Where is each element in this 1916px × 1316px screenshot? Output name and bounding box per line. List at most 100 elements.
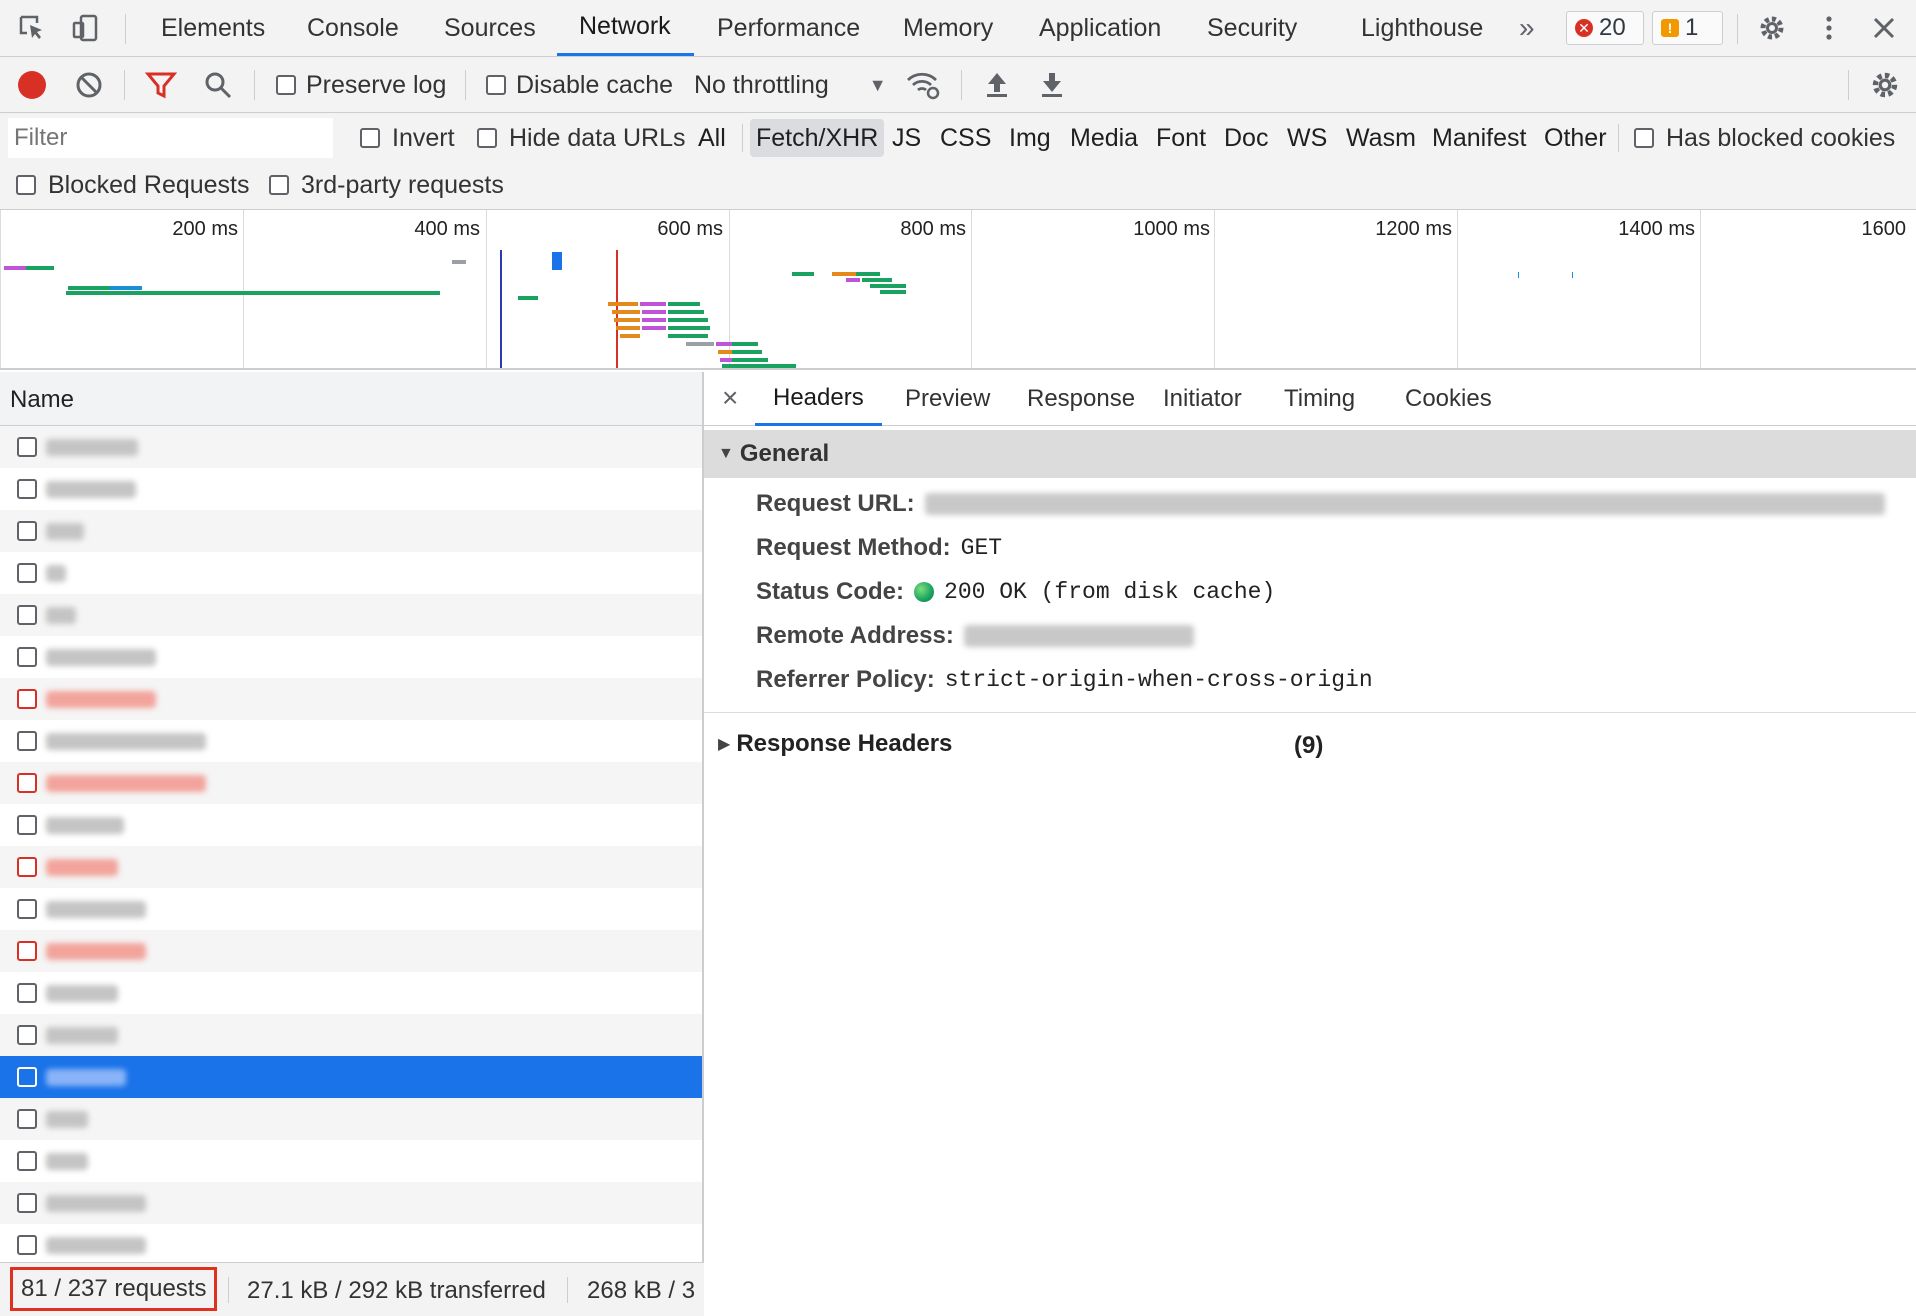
more-tabs-icon[interactable]: »	[1515, 0, 1539, 56]
name-column-header[interactable]: Name	[0, 372, 702, 426]
type-filter-other[interactable]: Other	[1538, 119, 1613, 157]
request-row-checkbox[interactable]	[17, 731, 37, 751]
request-row-checkbox[interactable]	[17, 1109, 37, 1129]
has-blocked-cookies-checkbox[interactable]	[1634, 128, 1654, 148]
request-row[interactable]	[0, 846, 702, 888]
type-filter-all[interactable]: All	[692, 119, 732, 157]
type-filter-fetch-xhr[interactable]: Fetch/XHR	[750, 119, 885, 157]
request-row[interactable]	[0, 930, 702, 972]
request-row-checkbox[interactable]	[17, 479, 37, 499]
request-row[interactable]	[0, 804, 702, 846]
type-filter-manifest[interactable]: Manifest	[1426, 119, 1532, 157]
third-party-requests-toggle[interactable]: 3rd-party requests	[269, 168, 504, 202]
type-filter-ws[interactable]: WS	[1281, 119, 1333, 157]
tab-memory[interactable]: Memory	[899, 0, 997, 56]
invert-toggle[interactable]: Invert	[360, 121, 455, 155]
disable-cache-toggle[interactable]: Disable cache	[486, 68, 673, 102]
disable-cache-checkbox[interactable]	[486, 75, 506, 95]
request-row-checkbox[interactable]	[17, 899, 37, 919]
blocked-requests-toggle[interactable]: Blocked Requests	[16, 168, 250, 202]
preserve-log-checkbox[interactable]	[276, 75, 296, 95]
warning-count-badge[interactable]: ! 1	[1652, 11, 1723, 45]
request-row-checkbox[interactable]	[17, 983, 37, 1003]
request-row[interactable]	[0, 972, 702, 1014]
request-row[interactable]	[0, 636, 702, 678]
request-row[interactable]	[0, 426, 702, 468]
type-filter-js[interactable]: JS	[886, 119, 927, 157]
request-row[interactable]	[0, 678, 702, 720]
request-row-checkbox[interactable]	[17, 1025, 37, 1045]
type-filter-css[interactable]: CSS	[934, 119, 997, 157]
device-toolbar-icon[interactable]	[68, 10, 104, 46]
request-row[interactable]	[0, 510, 702, 552]
request-row-checkbox[interactable]	[17, 773, 37, 793]
request-row[interactable]	[0, 1182, 702, 1224]
record-button[interactable]	[18, 71, 46, 99]
request-row-checkbox[interactable]	[17, 689, 37, 709]
more-options-icon[interactable]	[1811, 10, 1847, 46]
tab-preview[interactable]: Preview	[887, 372, 1008, 426]
response-headers-section-header[interactable]: ▶ Response Headers	[718, 724, 952, 764]
inspect-element-icon[interactable]	[14, 10, 50, 46]
network-conditions-icon[interactable]	[905, 69, 941, 106]
request-row[interactable]	[0, 1098, 702, 1140]
request-row[interactable]	[0, 762, 702, 804]
tab-lighthouse[interactable]: Lighthouse	[1357, 0, 1487, 56]
request-row[interactable]	[0, 1014, 702, 1056]
throttling-select[interactable]: No throttling ▼	[694, 68, 887, 102]
tab-elements[interactable]: Elements	[157, 0, 269, 56]
request-row-checkbox[interactable]	[17, 941, 37, 961]
hide-data-urls-toggle[interactable]: Hide data URLs	[477, 121, 685, 155]
has-blocked-cookies-toggle[interactable]: Has blocked cookies	[1634, 121, 1895, 155]
tab-console[interactable]: Console	[303, 0, 403, 56]
request-row[interactable]	[0, 1056, 702, 1098]
general-section-header[interactable]: ▼ General	[704, 430, 1916, 478]
import-har-icon[interactable]	[983, 69, 1011, 104]
tab-network[interactable]: Network	[557, 0, 694, 56]
tab-initiator[interactable]: Initiator	[1145, 372, 1260, 426]
request-row-checkbox[interactable]	[17, 437, 37, 457]
filter-icon[interactable]	[144, 70, 178, 105]
filter-input[interactable]	[8, 118, 333, 158]
request-row-checkbox[interactable]	[17, 1193, 37, 1213]
type-filter-doc[interactable]: Doc	[1218, 119, 1274, 157]
request-row[interactable]	[0, 552, 702, 594]
clear-icon[interactable]	[74, 70, 104, 105]
request-row-checkbox[interactable]	[17, 563, 37, 583]
tab-cookies[interactable]: Cookies	[1387, 372, 1510, 426]
third-party-requests-checkbox[interactable]	[269, 175, 289, 195]
request-row[interactable]	[0, 720, 702, 762]
type-filter-font[interactable]: Font	[1150, 119, 1212, 157]
request-row[interactable]	[0, 594, 702, 636]
request-row[interactable]	[0, 1140, 702, 1182]
type-filter-img[interactable]: Img	[1003, 119, 1057, 157]
settings-gear-icon[interactable]	[1754, 10, 1790, 46]
export-har-icon[interactable]	[1038, 69, 1066, 104]
tab-headers[interactable]: Headers	[755, 372, 882, 426]
type-filter-media[interactable]: Media	[1064, 119, 1144, 157]
request-row-checkbox[interactable]	[17, 1235, 37, 1255]
request-row-checkbox[interactable]	[17, 647, 37, 667]
tab-response[interactable]: Response	[1009, 372, 1153, 426]
request-row[interactable]	[0, 1224, 702, 1262]
blocked-requests-checkbox[interactable]	[16, 175, 36, 195]
close-details-icon[interactable]: ×	[722, 382, 738, 414]
error-count-badge[interactable]: ✕ 20	[1566, 11, 1644, 45]
tab-security[interactable]: Security	[1203, 0, 1301, 56]
network-settings-gear-icon[interactable]	[1869, 69, 1901, 106]
request-row-checkbox[interactable]	[17, 1067, 37, 1087]
tab-timing[interactable]: Timing	[1266, 372, 1373, 426]
tab-sources[interactable]: Sources	[440, 0, 540, 56]
tab-performance[interactable]: Performance	[713, 0, 864, 56]
request-row-checkbox[interactable]	[17, 521, 37, 541]
preserve-log-toggle[interactable]: Preserve log	[276, 68, 446, 102]
invert-checkbox[interactable]	[360, 128, 380, 148]
request-row[interactable]	[0, 888, 702, 930]
request-row[interactable]	[0, 468, 702, 510]
tab-application[interactable]: Application	[1035, 0, 1165, 56]
close-devtools-icon[interactable]	[1866, 10, 1902, 46]
network-overview-timeline[interactable]: 200 ms 400 ms 600 ms 800 ms 1000 ms 1200…	[0, 210, 1916, 370]
request-row-checkbox[interactable]	[17, 1151, 37, 1171]
request-row-checkbox[interactable]	[17, 815, 37, 835]
request-row-checkbox[interactable]	[17, 605, 37, 625]
